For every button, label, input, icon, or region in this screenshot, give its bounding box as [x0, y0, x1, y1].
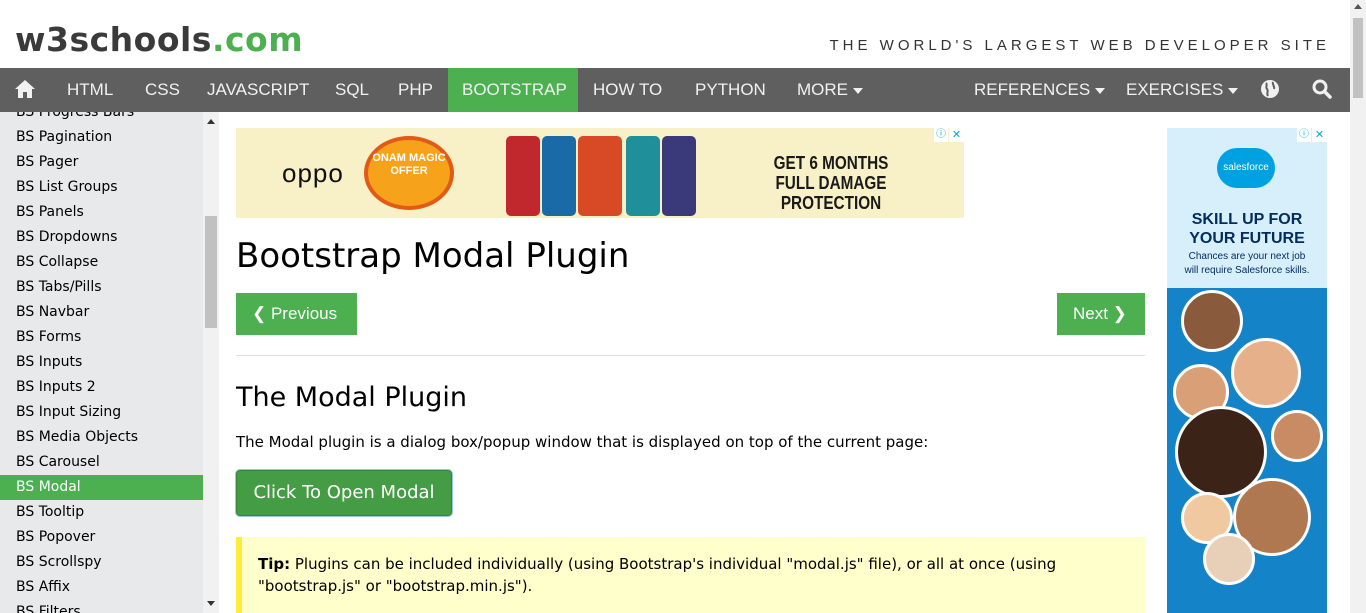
sidebar-menu: BS Progress Bars BS Pagination BS Pager BS … — [0, 112, 219, 613]
sidebar-item[interactable]: BS Navbar — [0, 300, 203, 325]
open-modal-button[interactable]: Click To Open Modal — [236, 470, 452, 516]
sidebar-item[interactable]: BS Tabs/Pills — [0, 275, 203, 300]
sidebar-item[interactable]: BS List Groups — [0, 175, 203, 200]
caret-down-icon — [1095, 87, 1106, 94]
phone-image — [662, 136, 696, 216]
sidebar-item[interactable]: BS Media Objects — [0, 425, 203, 450]
sidebar-item[interactable]: BS Input Sizing — [0, 400, 203, 425]
page-scroll-thumb[interactable] — [1353, 18, 1363, 98]
tip-text: Plugins can be included individually (us… — [258, 555, 1057, 595]
adchoices-icon[interactable]: ⓘ — [1297, 128, 1311, 142]
tip-note: Tip: Plugins can be included individuall… — [236, 537, 1145, 613]
next-button[interactable]: Next ❯ — [1057, 293, 1145, 335]
sidebar-item[interactable]: BS Forms — [0, 325, 203, 350]
sidebar-item[interactable]: BS Panels — [0, 200, 203, 225]
sidebar-item[interactable]: BS Collapse — [0, 250, 203, 275]
sidebar-item[interactable]: BS Pagination — [0, 125, 203, 150]
nav-references-label: REFERENCES — [974, 80, 1091, 99]
sidebar-item[interactable]: BS Carousel — [0, 450, 203, 475]
ad-subtext: Chances are your next job will require S… — [1167, 250, 1327, 278]
person-photo — [1181, 290, 1243, 352]
intro-text: The Modal plugin is a dialog box/popup w… — [236, 433, 929, 451]
ad-badge: ONAM MAGIC OFFER — [364, 136, 454, 210]
adchoices-icon[interactable]: ⓘ — [934, 128, 948, 142]
search-button[interactable] — [1300, 68, 1344, 112]
nav-javascript[interactable]: JAVASCRIPT — [192, 68, 324, 112]
nav-more-label: MORE — [797, 80, 848, 99]
sidebar-item[interactable]: BS Pager — [0, 150, 203, 175]
nav-bootstrap[interactable]: BOOTSTRAP — [448, 68, 578, 112]
section-title: The Modal Plugin — [236, 382, 468, 413]
site-header: w3schools.com THE WORLD'S LARGEST WEB DE… — [0, 0, 1350, 68]
ad-subtext-line1: Chances are your next job — [1188, 251, 1306, 262]
phone-image — [542, 136, 576, 216]
sidebar-item[interactable]: BS Tooltip — [0, 500, 203, 525]
sidebar-list: BS Progress Bars BS Pagination BS Pager BS … — [0, 112, 203, 613]
sidebar-item[interactable]: BS Filters — [0, 600, 203, 613]
nav-sql[interactable]: SQL — [320, 68, 384, 112]
sidebar-item[interactable]: BS Scrollspy — [0, 550, 203, 575]
logo-main: w3schools — [15, 20, 212, 59]
nav-more[interactable]: MORE — [782, 68, 878, 112]
translate-button[interactable] — [1248, 68, 1292, 112]
sidebar-item[interactable]: BS Modal — [0, 475, 203, 500]
caret-down-icon — [853, 87, 863, 94]
ad-close-icon[interactable]: ✕ — [949, 128, 964, 142]
nav-html[interactable]: HTML — [52, 68, 128, 112]
logo-suffix: .com — [211, 20, 304, 59]
nav-howto[interactable]: HOW TO — [578, 68, 677, 112]
ad-text-line2: FULL DAMAGE PROTECTION — [775, 173, 887, 213]
right-advertisement[interactable]: salesforce SKILL UP FOR YOUR FUTURE Chan… — [1167, 128, 1327, 613]
nav-references[interactable]: REFERENCES — [959, 68, 1120, 112]
sidebar-scroll-thumb[interactable] — [205, 216, 217, 328]
ad-subtext-line2: will require Salesforce skills. — [1184, 265, 1310, 276]
page-title: Bootstrap Modal Plugin — [236, 236, 630, 276]
scroll-down-icon[interactable] — [207, 601, 215, 606]
person-photo — [1231, 338, 1301, 408]
ad-text-line1: GET 6 MONTHS — [773, 153, 889, 173]
home-button[interactable] — [0, 68, 52, 112]
phone-image — [578, 136, 622, 216]
sidebar-item[interactable]: BS Affix — [0, 575, 203, 600]
home-icon — [15, 79, 35, 98]
ad-text: GET 6 MONTHS FULL DAMAGE PROTECTION — [750, 153, 912, 213]
ad-headline-line1: SKILL UP FOR — [1191, 211, 1303, 228]
search-icon — [1312, 79, 1332, 99]
ad-brand: oppo — [282, 158, 344, 188]
person-photo — [1271, 410, 1323, 462]
sidebar-item[interactable]: BS Inputs — [0, 350, 203, 375]
previous-button[interactable]: ❮ Previous — [236, 293, 357, 335]
sidebar-item[interactable]: BS Popover — [0, 525, 203, 550]
nav-php[interactable]: PHP — [383, 68, 448, 112]
ad-headline-line2: YOUR FUTURE — [1189, 230, 1305, 247]
person-photo — [1203, 533, 1255, 585]
ad-close-icon[interactable]: ✕ — [1312, 128, 1327, 142]
top-navigation: HTML CSS JAVASCRIPT SQL PHP BOOTSTRAP HO… — [0, 68, 1350, 112]
globe-icon — [1261, 79, 1279, 98]
nav-exercises-label: EXERCISES — [1126, 80, 1224, 99]
sidebar-item[interactable]: BS Dropdowns — [0, 225, 203, 250]
sidebar-item[interactable]: BS Progress Bars — [0, 112, 203, 125]
ad-headline: SKILL UP FOR YOUR FUTURE — [1167, 210, 1327, 248]
scroll-up-icon[interactable] — [1354, 4, 1362, 9]
site-tagline: THE WORLD'S LARGEST WEB DEVELOPER SITE — [829, 37, 1330, 54]
phone-image — [626, 136, 660, 216]
page-scrollbar[interactable] — [1350, 0, 1366, 613]
tip-label: Tip: — [258, 555, 291, 573]
divider — [236, 355, 1145, 356]
top-advertisement[interactable]: oppo ONAM MAGIC OFFER GET 6 MONTHS FULL … — [236, 128, 964, 218]
sidebar-scrollbar[interactable] — [203, 112, 219, 613]
scroll-up-icon[interactable] — [207, 119, 215, 124]
caret-down-icon — [1228, 87, 1239, 94]
sidebar-item[interactable]: BS Inputs 2 — [0, 375, 203, 400]
w3schools-logo[interactable]: w3schools.com — [15, 20, 303, 59]
nav-css[interactable]: CSS — [130, 68, 195, 112]
salesforce-logo: salesforce — [1217, 148, 1275, 188]
nav-python[interactable]: PYTHON — [680, 68, 781, 112]
phone-image — [506, 136, 540, 216]
nav-exercises[interactable]: EXERCISES — [1111, 68, 1253, 112]
